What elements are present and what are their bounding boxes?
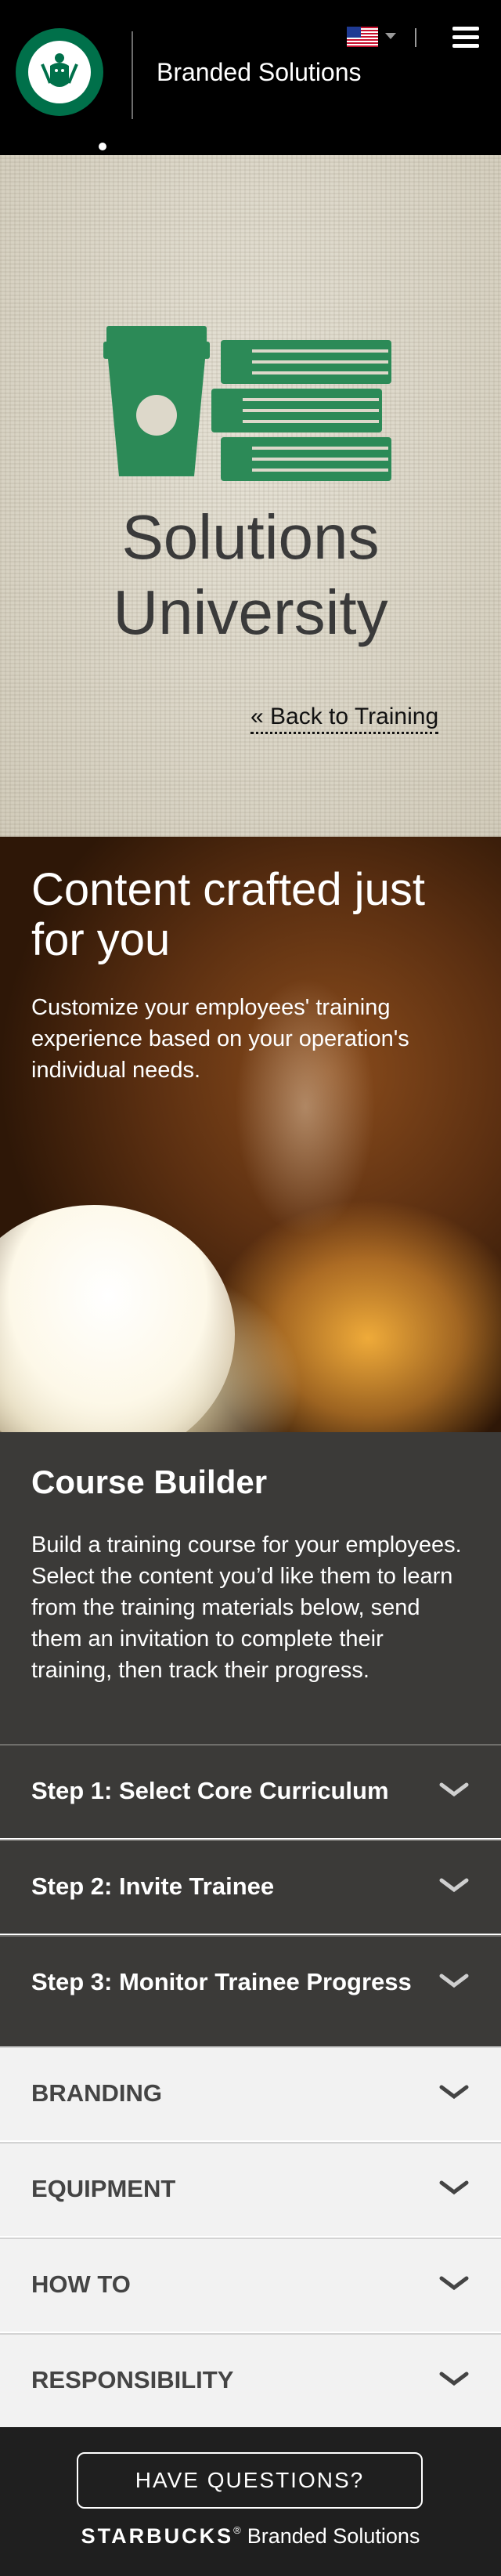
promo-text: Customize your employees' training exper… [31,995,409,1083]
cup-photo-highlight [0,1205,235,1432]
footer-registered-mark: ® [233,2524,241,2536]
category-label: HOW TO [31,2270,131,2298]
step-2-accordion[interactable]: Step 2: Invite Trainee [0,1840,501,1934]
step-1-accordion[interactable]: Step 1: Select Core Curriculum [0,1744,501,1838]
siren-icon [41,53,78,87]
course-builder-intro: Course Builder Build a training course f… [0,1432,501,1746]
footer-brand-subtitle: Branded Solutions [247,2524,420,2548]
site-footer: HAVE QUESTIONS? STARBUCKS® Branded Soluti… [0,2427,501,2576]
brand-name: Branded Solutions [157,58,362,86]
footer-brand-wordmark: STARBUCKS [81,2524,234,2548]
course-builder-title: Course Builder [31,1463,268,1500]
step-label: Step 3: Monitor Trainee Progress [31,1968,412,1995]
chevron-down-icon[interactable] [385,33,396,39]
hero-banner: Solutions University « Back to Training [0,155,501,837]
category-branding[interactable]: BRANDING [0,2046,501,2140]
header-divider [132,31,133,119]
page-title: Solutions University [113,502,388,647]
category-label: RESPONSIBILITY [31,2366,234,2393]
chevron-down-icon [439,2372,469,2386]
back-to-training-link[interactable]: « Back to Training [250,704,439,734]
footer-brand: STARBUCKS® Branded Solutions [0,2524,501,2549]
promo-banner: Content crafted just for you Customize y… [0,837,501,1432]
registered-mark [99,143,106,150]
step-3-accordion[interactable]: Step 3: Monitor Trainee Progress [0,1935,501,2046]
have-questions-button[interactable]: HAVE QUESTIONS? [77,2452,423,2509]
us-flag-icon[interactable] [347,27,378,47]
category-how-to[interactable]: HOW TO [0,2238,501,2332]
chevron-down-icon [439,1974,469,1988]
category-label: EQUIPMENT [31,2175,176,2202]
site-header: Branded Solutions [0,0,501,155]
course-builder-text: Build a training course for your employe… [31,1532,462,1683]
step-label: Step 2: Invite Trainee [31,1872,275,1900]
step-label: Step 1: Select Core Curriculum [31,1777,389,1804]
chevron-down-icon [439,1782,469,1797]
category-label: BRANDING [31,2079,163,2107]
chevron-down-icon [439,2276,469,2291]
chevron-down-icon [439,2180,469,2195]
hamburger-menu-icon[interactable] [452,27,479,49]
chevron-down-icon [439,2085,469,2100]
category-responsibility[interactable]: RESPONSIBILITY [0,2333,501,2427]
promo-title: Content crafted just for you [31,864,425,965]
header-separator [415,28,416,47]
chevron-down-icon [439,1878,469,1893]
starbucks-logo[interactable] [16,28,106,150]
category-equipment[interactable]: EQUIPMENT [0,2142,501,2236]
